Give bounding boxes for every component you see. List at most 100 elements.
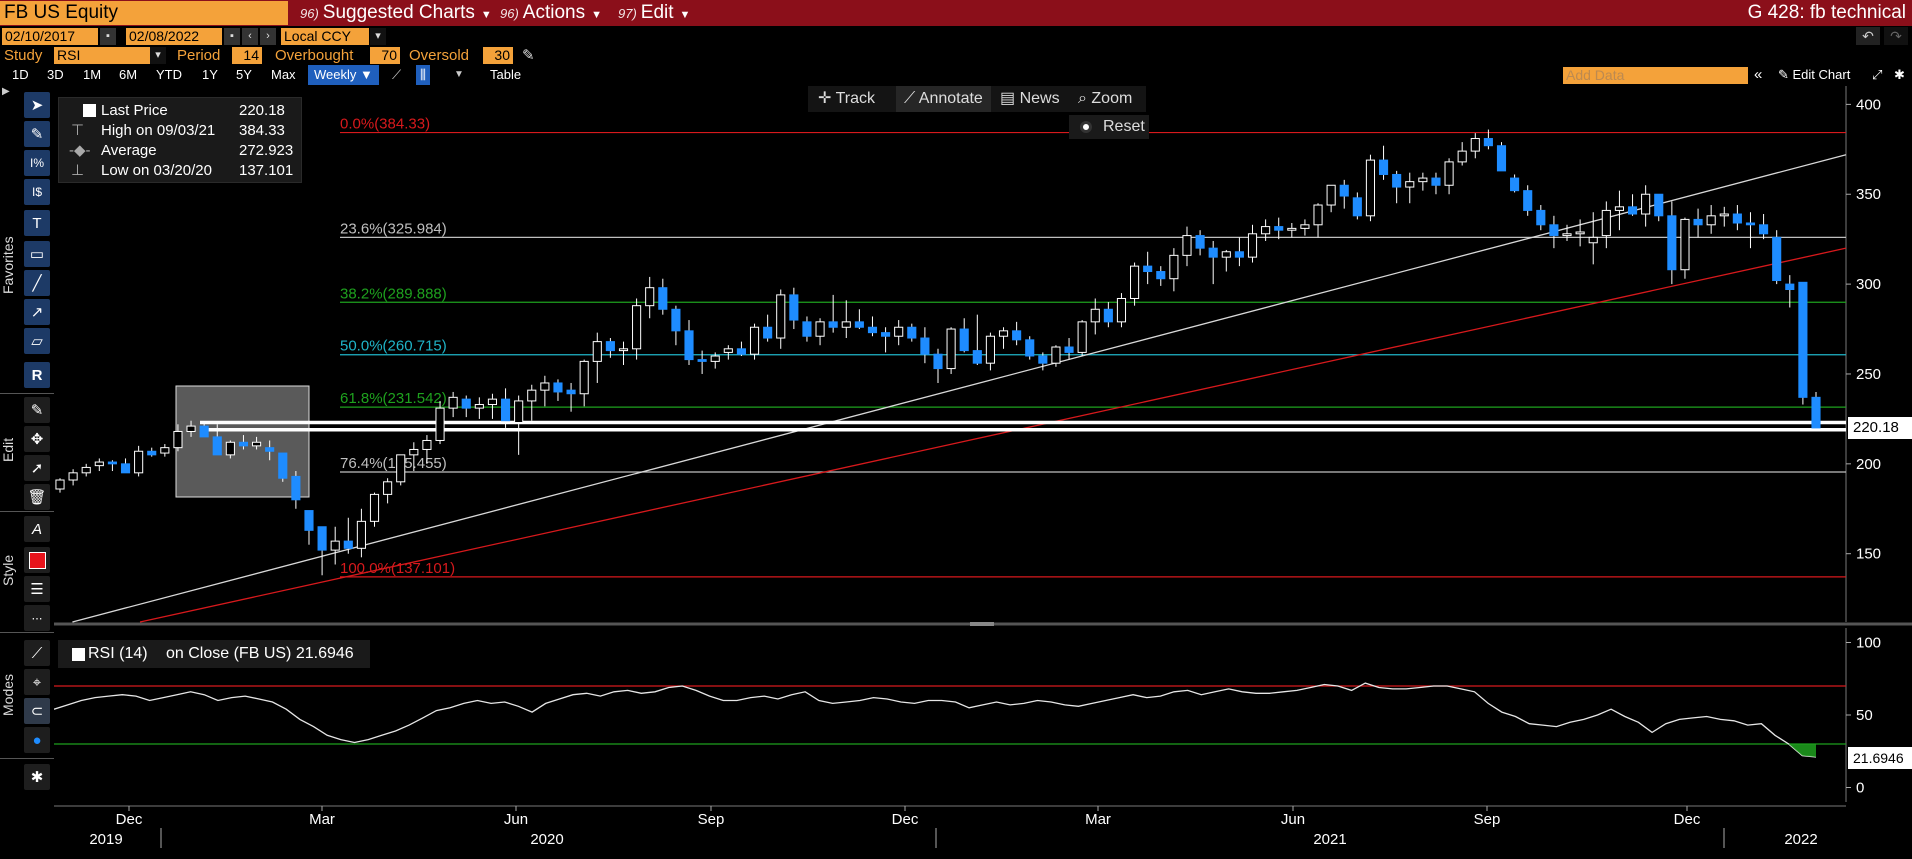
trash-icon[interactable]: 🗑 bbox=[24, 484, 50, 510]
candle-down bbox=[1339, 184, 1349, 197]
candle-down bbox=[1785, 283, 1795, 291]
period-6m[interactable]: 6M bbox=[119, 65, 137, 85]
crosshair-icon[interactable]: ⌖ bbox=[24, 669, 50, 695]
ticker-field[interactable]: FB US Equity bbox=[0, 1, 288, 25]
suggested-charts-menu[interactable]: 96) Suggested Charts ▼ bbox=[300, 1, 492, 25]
candle-down bbox=[907, 326, 917, 339]
period-5y[interactable]: 5Y bbox=[236, 65, 252, 85]
candle-down bbox=[1234, 251, 1244, 258]
rsi-y-tick-label: 0 bbox=[1856, 780, 1864, 797]
text-icon[interactable]: T bbox=[24, 210, 50, 236]
track-button[interactable]: ✛ Track bbox=[818, 86, 875, 112]
gear-icon[interactable]: ✱ bbox=[1894, 65, 1905, 85]
candle-down bbox=[1772, 236, 1782, 282]
color-swatch[interactable] bbox=[24, 547, 50, 573]
pointer-icon[interactable]: ➤ bbox=[24, 92, 50, 118]
redo-icon[interactable]: ↷ bbox=[1884, 27, 1908, 45]
candle-down bbox=[933, 353, 943, 370]
period-max[interactable]: Max bbox=[271, 65, 296, 85]
line-chart-icon[interactable]: ⟋ bbox=[392, 65, 401, 85]
overbought-field[interactable]: 70 bbox=[370, 47, 400, 64]
candle-up bbox=[841, 321, 851, 328]
period-ytd[interactable]: YTD bbox=[156, 65, 182, 85]
x-tick-label: Dec bbox=[892, 811, 919, 828]
chevron-down-icon[interactable]: ▼ bbox=[454, 65, 464, 85]
candle-up bbox=[1090, 308, 1100, 323]
move-icon[interactable]: ✥ bbox=[24, 426, 50, 452]
candle-up bbox=[68, 472, 78, 481]
font-style-icon[interactable]: A bbox=[24, 516, 50, 542]
pen-edit-icon[interactable]: ✎ bbox=[24, 397, 50, 423]
rsi-last-value-tag: 21.6946 bbox=[1848, 747, 1912, 769]
rsi-y-tick-label: 50 bbox=[1856, 707, 1873, 724]
pen-icon[interactable]: ✎ bbox=[24, 121, 50, 147]
legend-label: High on 09/03/21 bbox=[101, 122, 216, 139]
edit-chart-button[interactable]: ✎ Edit Chart bbox=[1778, 65, 1850, 85]
annotate-button[interactable]: ⟋ Annotate bbox=[896, 86, 991, 112]
settings-gear-icon[interactable]: ✱ bbox=[24, 764, 50, 790]
period-1m[interactable]: 1M bbox=[83, 65, 101, 85]
select-icon[interactable]: ➚ bbox=[24, 455, 50, 481]
candle-up bbox=[409, 448, 419, 456]
x-tick-label: Mar bbox=[1085, 811, 1111, 828]
chevron-down-icon[interactable]: ▾ bbox=[370, 28, 386, 45]
news-button[interactable]: ▤ News bbox=[1000, 86, 1060, 112]
period-1d[interactable]: 1D bbox=[12, 65, 29, 85]
start-date-field[interactable]: 02/10/2017 bbox=[2, 28, 98, 45]
add-data-input[interactable]: Add Data bbox=[1563, 67, 1748, 84]
line-style-icon[interactable]: ⋯ bbox=[24, 605, 50, 631]
candle-up bbox=[1116, 297, 1127, 323]
annotation-rectangle bbox=[175, 385, 310, 498]
actions-menu[interactable]: 96) Actions ▼ bbox=[500, 1, 602, 25]
calendar-icon[interactable]: ▪ bbox=[100, 28, 116, 45]
period-3d[interactable]: 3D bbox=[47, 65, 64, 85]
next-arrow-icon[interactable]: › bbox=[260, 28, 276, 45]
chevron-down-icon[interactable]: ▾ bbox=[150, 47, 166, 64]
candle-up bbox=[1588, 236, 1598, 244]
edit-menu[interactable]: 97) Edit ▼ bbox=[618, 1, 690, 25]
rectangle-icon[interactable]: ▭ bbox=[24, 241, 50, 267]
fib-level-label: 38.2%(289.888) bbox=[340, 285, 447, 302]
study-select[interactable]: RSI bbox=[54, 47, 150, 64]
frequency-select[interactable]: Weekly ▼ bbox=[308, 65, 379, 85]
candle-up bbox=[527, 389, 537, 402]
candle-down bbox=[1549, 224, 1559, 237]
candle-down bbox=[1012, 330, 1022, 341]
candle-up bbox=[998, 330, 1009, 337]
dollar-icon[interactable]: I$ bbox=[24, 179, 50, 205]
oversold-field[interactable]: 30 bbox=[483, 47, 513, 64]
end-date-field[interactable]: 02/08/2022 bbox=[126, 28, 222, 45]
candle-down bbox=[317, 526, 327, 551]
table-button[interactable]: Table bbox=[490, 65, 521, 85]
period-1y[interactable]: 1Y bbox=[202, 65, 218, 85]
candle-up bbox=[330, 540, 340, 551]
percent-icon[interactable]: I% bbox=[24, 150, 50, 176]
zoom-button[interactable]: ⌕ Zoom bbox=[1078, 86, 1132, 112]
currency-select[interactable]: Local CCY bbox=[281, 28, 369, 45]
collapse-icon[interactable]: « bbox=[1754, 65, 1762, 85]
candle-up bbox=[1169, 254, 1179, 280]
x-tick-label: Sep bbox=[1474, 811, 1501, 828]
palette-icon[interactable]: ● bbox=[24, 727, 50, 753]
candle-down bbox=[802, 321, 812, 337]
pencil-icon[interactable]: ✎ bbox=[522, 46, 535, 64]
channel-icon[interactable]: ▱ bbox=[24, 328, 50, 354]
calendar-icon[interactable]: ▪ bbox=[224, 28, 240, 45]
retracement-icon[interactable]: R bbox=[24, 362, 50, 388]
ray-icon[interactable]: ↗ bbox=[24, 299, 50, 325]
magnet-icon[interactable]: ⊂ bbox=[24, 698, 50, 724]
divider bbox=[0, 511, 54, 512]
candle-chart-icon[interactable]: ⫼ bbox=[416, 65, 430, 85]
candle-down bbox=[1103, 308, 1113, 323]
chart-canvas[interactable]: 150 200 250 300 350 400 0 50 100 0.0%(384.33) 23.6… bbox=[54, 86, 1912, 859]
prev-arrow-icon[interactable]: ‹ bbox=[242, 28, 258, 45]
draw-mode-icon[interactable]: ⟋ bbox=[24, 640, 50, 666]
line-icon[interactable]: ╱ bbox=[24, 270, 50, 296]
fib-level-label: 76.4%(195.455) bbox=[340, 455, 447, 472]
period-field[interactable]: 14 bbox=[232, 47, 262, 64]
candle-up bbox=[1405, 181, 1415, 188]
candle-down bbox=[265, 447, 275, 452]
expand-icon[interactable]: ⤢ bbox=[1872, 65, 1882, 85]
line-weight-icon[interactable]: ☰ bbox=[24, 576, 50, 602]
undo-icon[interactable]: ↶ bbox=[1856, 27, 1880, 45]
